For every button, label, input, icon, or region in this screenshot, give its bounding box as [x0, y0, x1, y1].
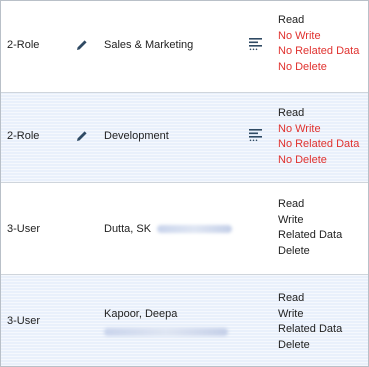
- row-name: Kapoor, Deepa: [104, 308, 228, 338]
- permission-list: Read No Write No Related Data No Delete: [278, 106, 359, 168]
- table-row: 2-Role Development Read No Write No Rela…: [1, 93, 368, 183]
- permission-list: Read Write Related Data Delete: [278, 197, 342, 259]
- list-lines-icon[interactable]: [249, 128, 263, 142]
- permission-write: No Write: [278, 29, 321, 42]
- permission-read: Read: [278, 107, 305, 119]
- permission-delete: Delete: [278, 338, 310, 351]
- permission-write: No Write: [278, 122, 321, 135]
- permission-list: Read Write Related Data Delete: [278, 291, 342, 353]
- row-name: Dutta, SK: [104, 223, 233, 235]
- pencil-icon[interactable]: [76, 130, 88, 142]
- row-type: 2-Role: [7, 39, 40, 51]
- row-name: Sales & Marketing: [104, 39, 194, 51]
- permission-related-data: No Related Data: [278, 45, 360, 58]
- permission-list: Read No Write No Related Data No Delete: [278, 13, 359, 75]
- permission-related-data: Related Data: [278, 323, 343, 336]
- permission-read: Read: [278, 198, 305, 210]
- table-row: 2-Role Sales & Marketing Read No Write N…: [1, 1, 368, 93]
- user-name: Kapoor, Deepa: [104, 308, 178, 320]
- permission-delete: No Delete: [278, 60, 327, 73]
- permission-delete: No Delete: [278, 153, 327, 166]
- row-name: Development: [104, 130, 169, 142]
- sharing-list: 2-Role Sales & Marketing Read No Write N…: [0, 0, 369, 367]
- permission-related-data: Related Data: [278, 229, 343, 242]
- list-lines-icon[interactable]: [249, 37, 263, 51]
- pencil-icon[interactable]: [76, 39, 88, 51]
- table-row: 3-User Dutta, SK Read Write Related Data…: [1, 183, 368, 275]
- permission-write: Write: [278, 213, 304, 226]
- permission-write: Write: [278, 307, 304, 320]
- redacted-email: [157, 225, 233, 234]
- row-type: 2-Role: [7, 130, 40, 142]
- table-row: 3-User Kapoor, Deepa Read Write Related …: [1, 275, 368, 366]
- permission-read: Read: [278, 14, 305, 26]
- permission-delete: Delete: [278, 244, 310, 257]
- permission-related-data: No Related Data: [278, 138, 360, 151]
- row-type: 3-User: [7, 315, 41, 327]
- user-name: Dutta, SK: [104, 223, 152, 235]
- row-type: 3-User: [7, 223, 41, 235]
- redacted-email: [104, 328, 228, 337]
- permission-read: Read: [278, 292, 305, 304]
